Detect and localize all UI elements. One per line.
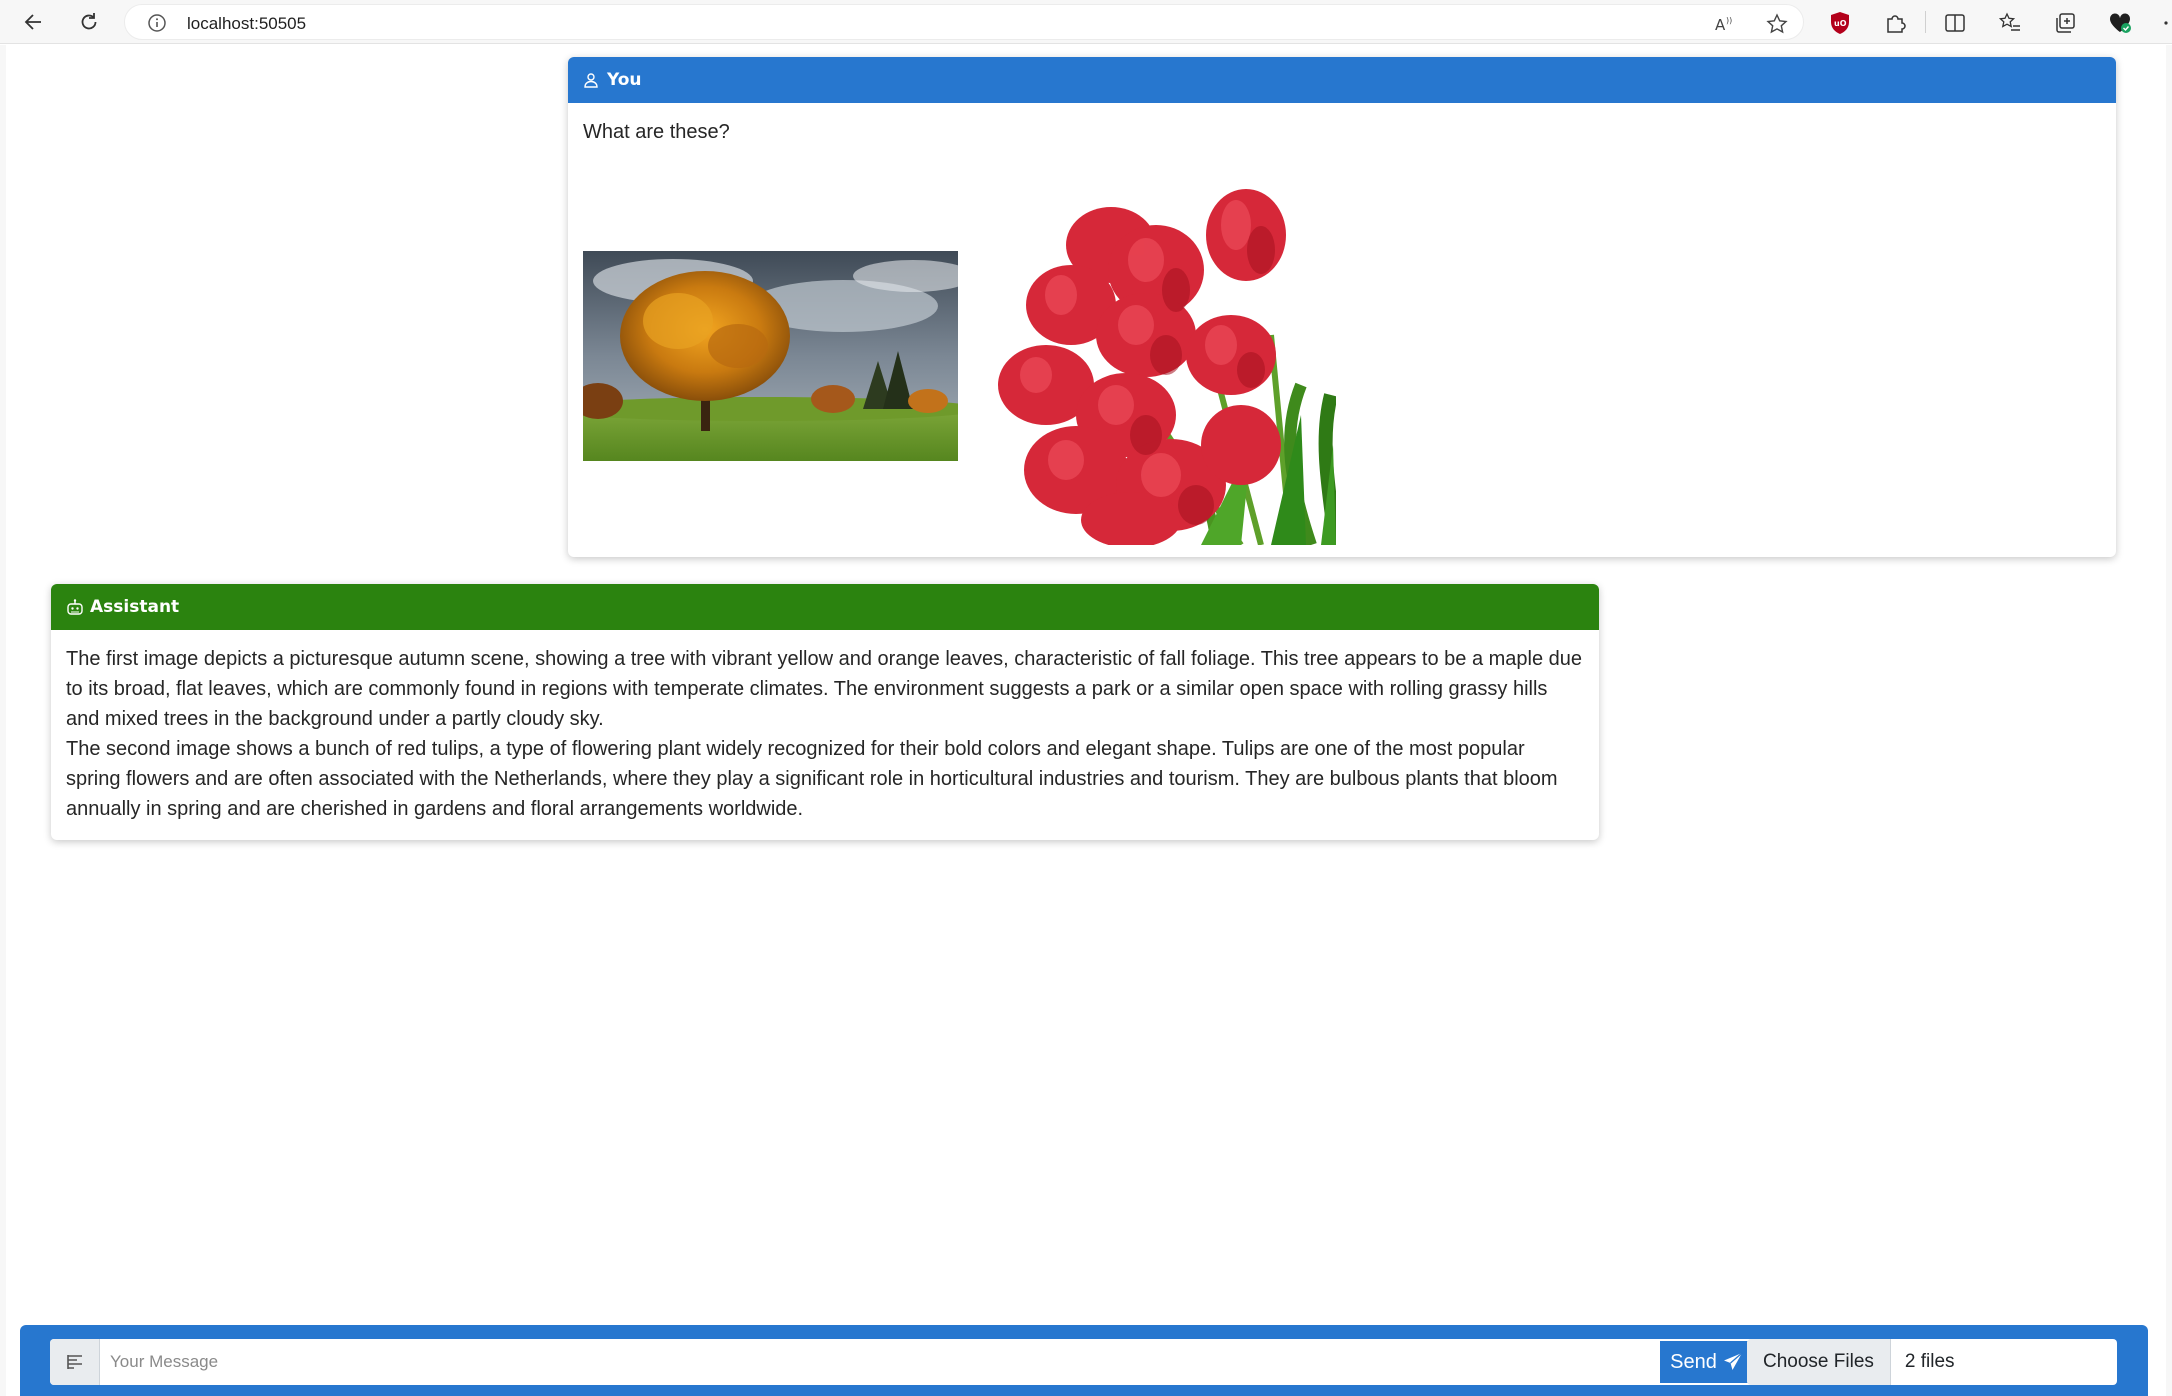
user-message-text: What are these? — [583, 121, 730, 143]
back-button[interactable] — [19, 7, 49, 37]
read-aloud-icon[interactable]: A)) — [1713, 13, 1735, 35]
assistant-paragraph: The first image depicts a picturesque au… — [66, 648, 1583, 730]
choose-files-button[interactable]: Choose Files — [1747, 1339, 1891, 1385]
message-input[interactable] — [100, 1339, 1658, 1385]
collections-icon[interactable] — [2052, 10, 2078, 36]
robot-icon — [66, 598, 84, 616]
address-bar[interactable]: localhost:50505 A)) — [124, 4, 1804, 40]
assistant-message-body: The first image depicts a picturesque au… — [51, 630, 1599, 838]
arrow-left-icon — [24, 14, 41, 30]
refresh-icon — [81, 13, 97, 30]
tree-image — [583, 251, 958, 461]
svg-text:A: A — [1715, 16, 1726, 34]
page-right-edge — [2166, 45, 2172, 1396]
assistant-paragraph: The second image shows a bunch of red tu… — [66, 738, 1558, 820]
favorite-star-icon[interactable] — [1766, 13, 1788, 35]
toolbar-divider — [1925, 11, 1926, 33]
url-text[interactable]: localhost:50505 — [187, 14, 306, 34]
more-menu-icon[interactable] — [2160, 10, 2172, 36]
message-input-group: Send — [50, 1339, 1755, 1385]
message-composer: Send Choose Files 2 files — [20, 1325, 2148, 1396]
svg-text:uO: uO — [1834, 19, 1847, 28]
user-message-card: You What are these? — [568, 57, 2116, 557]
user-message-header: You — [568, 57, 2116, 103]
assistant-header-label: Assistant — [90, 597, 180, 617]
user-message-body: What are these? — [568, 103, 2116, 161]
paper-plane-icon — [1723, 1352, 1743, 1370]
message-icon-addon — [50, 1339, 100, 1385]
send-button[interactable]: Send — [1658, 1339, 1755, 1385]
refresh-button[interactable] — [74, 7, 104, 37]
send-label: Send — [1670, 1350, 1717, 1373]
split-screen-icon[interactable] — [1942, 10, 1968, 36]
browser-essentials-heart-icon[interactable] — [2107, 10, 2133, 36]
svg-text:)): )) — [1726, 16, 1732, 25]
assistant-message-card: Assistant The first image depicts a pict… — [51, 584, 1599, 840]
user-header-label: You — [607, 70, 642, 90]
favorites-list-icon[interactable] — [1997, 10, 2023, 36]
tulips-image — [961, 185, 1343, 548]
browser-toolbar: localhost:50505 A)) uO — [0, 0, 2172, 44]
info-icon[interactable] — [147, 13, 167, 33]
page-left-edge — [0, 45, 6, 1396]
assistant-message-header: Assistant — [51, 584, 1599, 630]
selected-files-count: 2 files — [1904, 1351, 1955, 1372]
text-lines-icon — [66, 1355, 82, 1369]
person-icon — [583, 71, 601, 89]
extensions-puzzle-icon[interactable] — [1882, 10, 1908, 36]
ublock-shield-icon[interactable]: uO — [1827, 10, 1853, 36]
file-picker[interactable]: Choose Files 2 files — [1747, 1339, 2117, 1385]
